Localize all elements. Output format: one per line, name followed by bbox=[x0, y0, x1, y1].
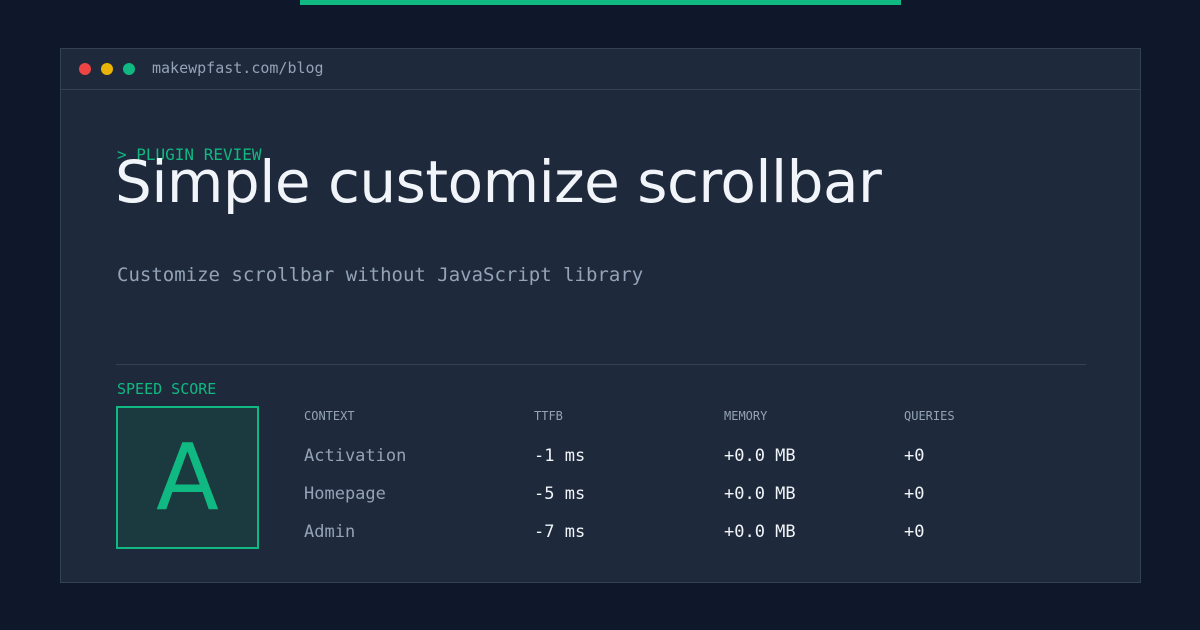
row-homepage-queries: +0 bbox=[904, 484, 925, 504]
grade-badge: A bbox=[116, 406, 259, 549]
row-activation-context: Activation bbox=[304, 446, 407, 466]
page-title: Simple customize scrollbar bbox=[115, 148, 882, 216]
column-header-ttfb: TTFB bbox=[534, 409, 563, 423]
close-dot-icon bbox=[79, 63, 91, 75]
row-admin-ttfb: -7 ms bbox=[534, 522, 586, 542]
row-activation-ttfb: -1 ms bbox=[534, 446, 586, 466]
row-activation-queries: +0 bbox=[904, 446, 925, 466]
browser-window: makewpfast.com/blog > PLUGIN REVIEW Simp… bbox=[60, 48, 1141, 583]
window-titlebar: makewpfast.com/blog bbox=[61, 49, 1140, 90]
column-header-queries: QUERIES bbox=[904, 409, 955, 423]
section-divider bbox=[116, 364, 1086, 365]
row-homepage-ttfb: -5 ms bbox=[534, 484, 586, 504]
row-admin-context: Admin bbox=[304, 522, 356, 542]
row-admin-memory: +0.0 MB bbox=[724, 522, 796, 542]
row-homepage-memory: +0.0 MB bbox=[724, 484, 796, 504]
grade-letter: A bbox=[156, 424, 219, 531]
page-subtitle: Customize scrollbar without JavaScript l… bbox=[117, 264, 644, 286]
row-activation-memory: +0.0 MB bbox=[724, 446, 796, 466]
column-header-context: CONTEXT bbox=[304, 409, 355, 423]
row-admin-queries: +0 bbox=[904, 522, 925, 542]
window-url: makewpfast.com/blog bbox=[152, 59, 324, 77]
top-accent-bar bbox=[300, 0, 901, 5]
maximize-dot-icon bbox=[123, 63, 135, 75]
row-homepage-context: Homepage bbox=[304, 484, 386, 504]
column-header-memory: MEMORY bbox=[724, 409, 768, 423]
minimize-dot-icon bbox=[101, 63, 113, 75]
speed-score-label: SPEED SCORE bbox=[117, 380, 217, 398]
